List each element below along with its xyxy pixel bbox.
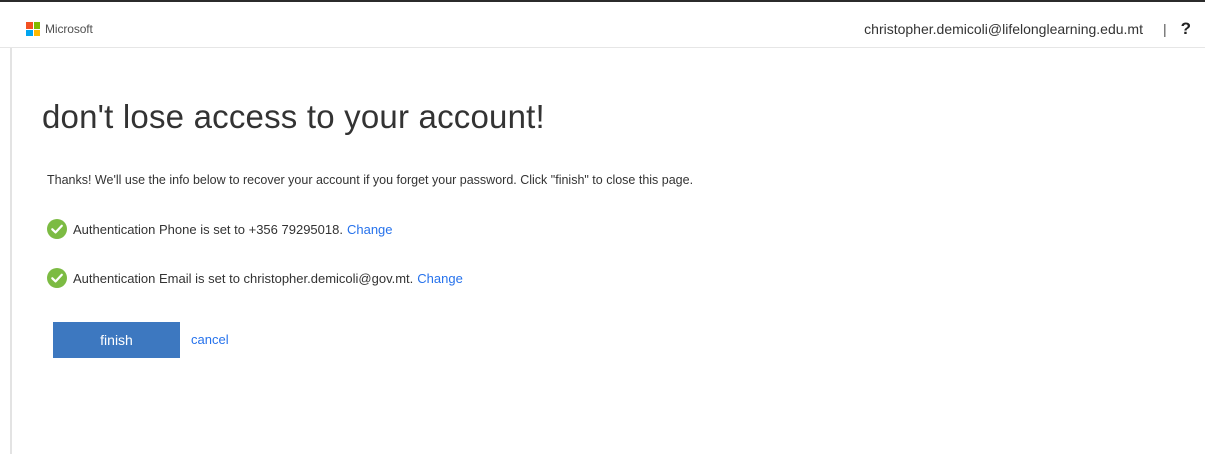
finish-button[interactable]: finish xyxy=(53,322,180,358)
header-bar: Microsoft christopher.demicoli@lifelongl… xyxy=(0,8,1205,48)
user-area: christopher.demicoli@lifelonglearning.ed… xyxy=(864,19,1191,39)
cancel-link[interactable]: cancel xyxy=(191,332,229,347)
header-separator: | xyxy=(1162,21,1167,37)
change-email-link[interactable]: Change xyxy=(417,271,463,286)
auth-phone-row: Authentication Phone is set to +356 7929… xyxy=(47,219,393,239)
left-divider xyxy=(10,48,12,454)
auth-email-row: Authentication Email is set to christoph… xyxy=(47,268,463,288)
user-email[interactable]: christopher.demicoli@lifelonglearning.ed… xyxy=(864,21,1143,37)
help-icon[interactable]: ? xyxy=(1181,19,1191,39)
check-circle-icon xyxy=(47,219,67,239)
intro-text: Thanks! We'll use the info below to reco… xyxy=(47,173,694,187)
check-circle-icon xyxy=(47,268,67,288)
auth-phone-text: Authentication Phone is set to +356 7929… xyxy=(73,221,343,237)
change-phone-link[interactable]: Change xyxy=(347,222,393,237)
page-title: don't lose access to your account! xyxy=(42,98,545,135)
microsoft-logo: Microsoft xyxy=(26,22,93,36)
window-top-edge xyxy=(0,0,1205,8)
brand-name: Microsoft xyxy=(45,22,93,36)
microsoft-logo-icon xyxy=(26,22,40,36)
auth-email-text: Authentication Email is set to christoph… xyxy=(73,270,414,286)
